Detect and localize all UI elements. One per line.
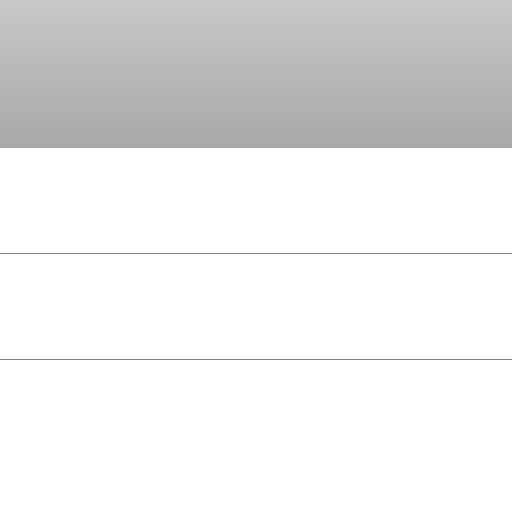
list-container — [0, 148, 512, 466]
list-item[interactable] — [0, 148, 512, 254]
header-banner — [0, 0, 512, 148]
list-item[interactable] — [0, 360, 512, 466]
list-item[interactable] — [0, 254, 512, 360]
